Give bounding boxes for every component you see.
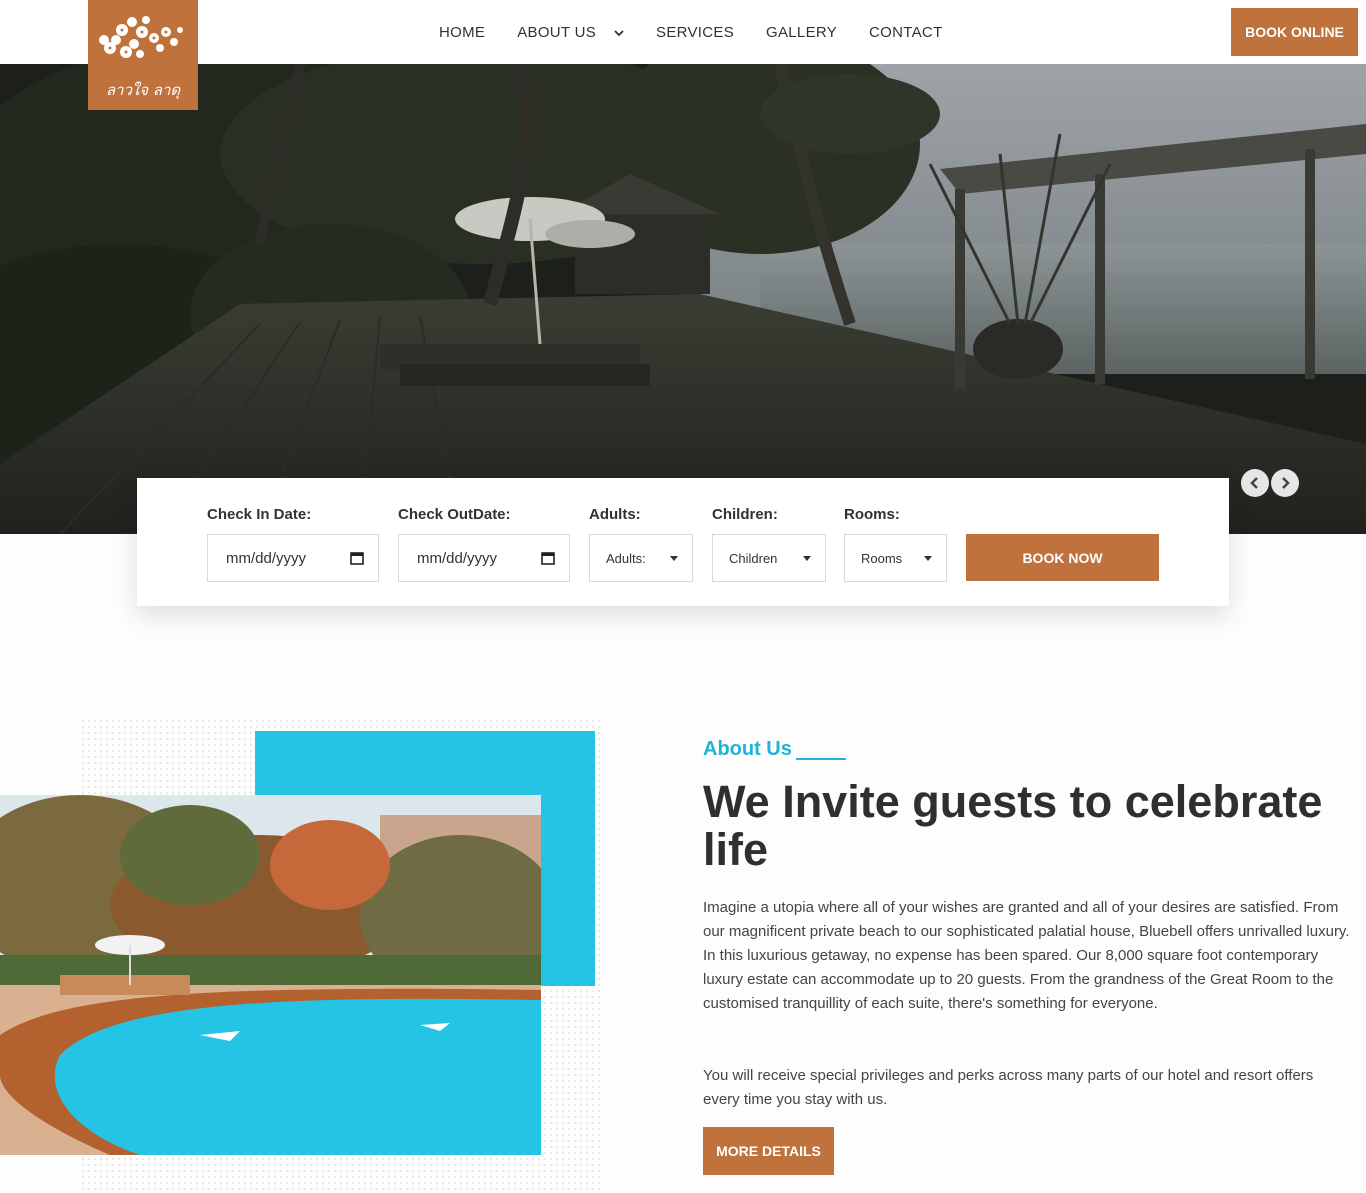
more-details-button[interactable]: MORE DETAILS xyxy=(703,1127,834,1175)
chevron-left-icon xyxy=(1250,477,1258,489)
children-label: Children: xyxy=(712,506,778,523)
nav-about-us-label: ABOUT US xyxy=(517,23,597,41)
about-kicker: About Us xyxy=(703,738,792,760)
nav-gallery-label: GALLERY xyxy=(766,23,838,41)
about-pool-image xyxy=(0,795,541,1155)
children-select[interactable]: Children xyxy=(712,534,826,582)
adults-select-value: Adults: xyxy=(606,550,646,566)
flower-logo-icon xyxy=(99,16,183,58)
book-now-button[interactable]: BOOK NOW xyxy=(966,534,1159,581)
chevron-right-icon xyxy=(1282,477,1290,489)
check-in-field: Check In Date: mm/dd/yyyy xyxy=(207,506,379,582)
check-out-input[interactable]: mm/dd/yyyy xyxy=(398,534,570,582)
book-online-button[interactable]: BOOK ONLINE xyxy=(1231,8,1358,56)
rooms-label: Rooms: xyxy=(844,506,900,523)
nav-contact[interactable]: CONTACT xyxy=(869,24,942,41)
chevron-down-icon xyxy=(614,24,624,41)
slider-prev-button[interactable] xyxy=(1241,469,1269,497)
check-in-label: Check In Date: xyxy=(207,506,312,523)
caret-down-icon xyxy=(924,555,932,561)
rooms-select[interactable]: Rooms xyxy=(844,534,947,582)
nav-home[interactable]: HOME xyxy=(439,24,485,41)
kicker-underline xyxy=(796,758,846,760)
hero-slider xyxy=(0,64,1366,534)
slider-next-button[interactable] xyxy=(1271,469,1299,497)
nav-gallery[interactable]: GALLERY xyxy=(766,24,837,41)
check-in-value: mm/dd/yyyy xyxy=(226,549,307,567)
calendar-icon[interactable] xyxy=(541,551,555,565)
adults-select[interactable]: Adults: xyxy=(589,534,693,582)
rooms-select-value: Rooms xyxy=(861,550,903,566)
nav-contact-label: CONTACT xyxy=(869,23,943,41)
children-field: Children: Children xyxy=(712,506,826,582)
about-paragraph-1: Imagine a utopia where all of your wishe… xyxy=(703,899,1350,1012)
nav-services[interactable]: SERVICES xyxy=(656,24,734,41)
site-logo[interactable]: ลาวใจ ลาดุ xyxy=(88,0,198,110)
nav-about-us[interactable]: ABOUT US xyxy=(517,24,624,41)
nav-services-label: SERVICES xyxy=(656,23,735,41)
nav-home-label: HOME xyxy=(439,23,486,41)
logo-text: ลาวใจ ลาดุ xyxy=(105,81,181,99)
adults-label: Adults: xyxy=(589,506,641,523)
adults-field: Adults: Adults: xyxy=(589,506,693,582)
check-out-field: Check OutDate: mm/dd/yyyy xyxy=(398,506,570,582)
children-select-value: Children xyxy=(729,550,778,566)
main-nav: HOME ABOUT US SERVICES GALLERY CONTACT xyxy=(439,0,975,64)
check-in-input[interactable]: mm/dd/yyyy xyxy=(207,534,379,582)
pool-photo xyxy=(0,795,541,1155)
calendar-icon[interactable] xyxy=(350,551,364,565)
check-out-value: mm/dd/yyyy xyxy=(417,549,498,567)
hero-resort-image xyxy=(0,64,1366,534)
about-title: We Invite guests to celebrate life xyxy=(703,776,1323,875)
rooms-field: Rooms: Rooms xyxy=(844,506,947,582)
check-out-label: Check OutDate: xyxy=(398,506,511,523)
booking-form: Check In Date: mm/dd/yyyy Check OutDate:… xyxy=(137,478,1229,606)
about-paragraph-2: You will receive special privileges and … xyxy=(703,1067,1314,1108)
caret-down-icon xyxy=(670,555,678,561)
caret-down-icon xyxy=(803,555,811,561)
site-header: HOME ABOUT US SERVICES GALLERY CONTACT B… xyxy=(0,0,1366,64)
